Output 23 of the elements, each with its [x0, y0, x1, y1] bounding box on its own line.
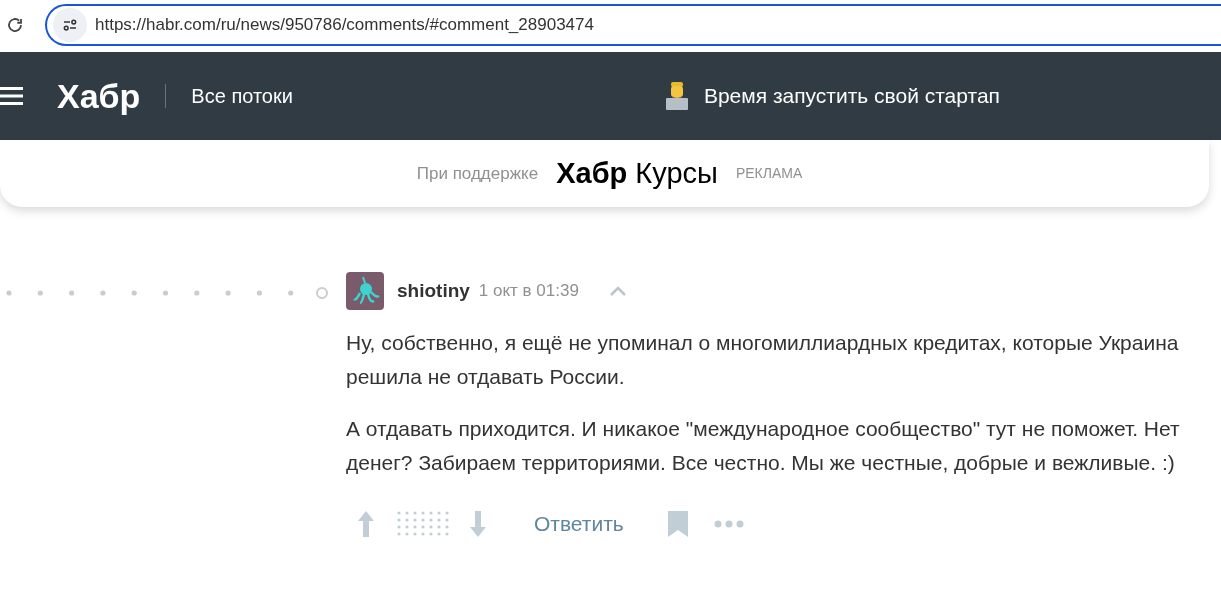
nav-link[interactable]: Все потоки	[191, 81, 293, 111]
logo[interactable]: Хабр	[57, 70, 141, 122]
url-text: https://habr.com/ru/news/950786/comments/#comment_28903474	[95, 14, 594, 37]
bookmark-icon[interactable]	[667, 510, 688, 537]
address-bar[interactable]: https://habr.com/ru/news/950786/comments/#comment_28903474	[45, 4, 1221, 46]
chevron-up-icon[interactable]	[608, 285, 627, 297]
comment-paragraph: А отдавать приходится. И никакое "международное сообщество" тут не поможет. Нет денег? Забираем территориями. Все честно. Мы же честные, добрые и вежливые. :)	[346, 416, 1181, 476]
reply-button[interactable]: Ответить	[534, 508, 624, 540]
author-name[interactable]: shiotiny	[397, 276, 470, 306]
sponsor-label: При поддержке	[416, 162, 539, 185]
rating-dots-icon	[396, 510, 450, 538]
ad-label: РЕКЛАМА	[735, 164, 803, 183]
more-icon[interactable]	[713, 519, 744, 528]
menu-icon[interactable]	[0, 85, 24, 107]
downvote-icon[interactable]	[470, 510, 486, 537]
reload-icon[interactable]	[6, 16, 24, 34]
avatar-icon[interactable]	[346, 272, 384, 310]
comment-paragraph: Ну, собственно, я ещё не упоминал о многомиллиардных кредитах, которые Украина решила не отдавать России.	[346, 330, 1180, 390]
upvote-icon[interactable]	[358, 510, 374, 537]
sponsor-banner[interactable]: При поддержке Хабр Курсы РЕКЛАМА	[0, 140, 1209, 207]
promo-link[interactable]: Время запустить свой стартап	[703, 80, 1000, 112]
site-settings-icon[interactable]	[53, 8, 87, 42]
brand-logo: Хабр Курсы	[556, 155, 718, 191]
